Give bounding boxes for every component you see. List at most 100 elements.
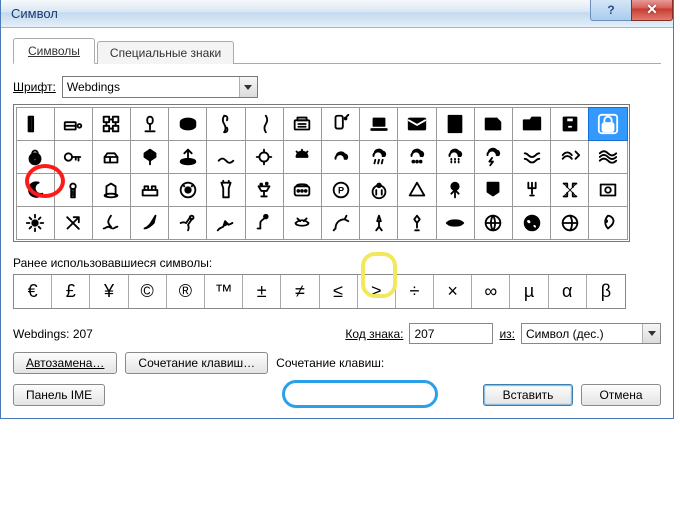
- from-dropdown-button[interactable]: [642, 324, 660, 343]
- symbol-cell[interactable]: [512, 206, 551, 240]
- symbol-cell[interactable]: [283, 173, 322, 207]
- symbol-cell[interactable]: [168, 140, 207, 174]
- insert-button[interactable]: Вставить: [483, 384, 573, 406]
- recent-symbol-cell[interactable]: ®: [167, 275, 205, 308]
- symbol-cell[interactable]: [206, 107, 245, 141]
- symbol-cell[interactable]: [54, 206, 93, 240]
- symbol-cell[interactable]: [92, 140, 131, 174]
- symbol-cell[interactable]: [588, 140, 627, 174]
- info-row: Webdings: 207 Код знака: из: Символ (дес…: [13, 323, 661, 344]
- from-combobox[interactable]: Символ (дес.): [521, 323, 661, 344]
- symbol-cell[interactable]: [436, 206, 475, 240]
- symbol-cell[interactable]: [245, 107, 284, 141]
- symbol-cell[interactable]: [397, 173, 436, 207]
- symbol-cell[interactable]: [436, 107, 475, 141]
- symbol-cell[interactable]: [92, 206, 131, 240]
- recent-symbol-cell[interactable]: €: [14, 275, 52, 308]
- recent-symbol-cell[interactable]: ∞: [472, 275, 510, 308]
- recent-symbol-cell[interactable]: µ: [510, 275, 548, 308]
- symbol-cell[interactable]: [283, 206, 322, 240]
- symbol-cell[interactable]: [321, 107, 360, 141]
- recent-symbol-cell[interactable]: ™: [205, 275, 243, 308]
- symbol-cell[interactable]: [359, 173, 398, 207]
- symbol-cell[interactable]: [588, 173, 627, 207]
- font-dropdown-button[interactable]: [239, 77, 257, 97]
- symbol-cell[interactable]: [397, 107, 436, 141]
- symbol-cell[interactable]: [54, 107, 93, 141]
- symbol-cell[interactable]: [588, 107, 627, 141]
- recent-symbol-cell[interactable]: α: [549, 275, 587, 308]
- symbol-cell[interactable]: [245, 140, 284, 174]
- symbol-cell[interactable]: [436, 140, 475, 174]
- recent-symbol-cell[interactable]: ≤: [320, 275, 358, 308]
- symbol-cell[interactable]: [130, 107, 169, 141]
- recent-symbol-cell[interactable]: β: [587, 275, 625, 308]
- symbol-cell[interactable]: [474, 107, 513, 141]
- symbol-cell[interactable]: [397, 140, 436, 174]
- tab-special-chars[interactable]: Специальные знаки: [97, 41, 234, 64]
- symbol-cell[interactable]: [512, 173, 551, 207]
- symbol-cell[interactable]: [54, 173, 93, 207]
- recent-symbol-cell[interactable]: ≠: [281, 275, 319, 308]
- recent-symbol-cell[interactable]: ÷: [396, 275, 434, 308]
- symbol-cell[interactable]: [550, 173, 589, 207]
- shortcut-key-button[interactable]: Сочетание клавиш…: [125, 352, 268, 374]
- symbol-cell[interactable]: [168, 173, 207, 207]
- autocorrect-button[interactable]: Автозамена…: [13, 352, 117, 374]
- symbol-cell[interactable]: [321, 206, 360, 240]
- close-button[interactable]: ✕: [631, 0, 673, 21]
- cancel-button[interactable]: Отмена: [581, 384, 661, 406]
- symbol-cell[interactable]: [168, 206, 207, 240]
- symbol-cell[interactable]: [92, 107, 131, 141]
- help-icon: ?: [607, 3, 614, 17]
- symbol-cell[interactable]: [245, 173, 284, 207]
- symbol-cell[interactable]: P: [321, 173, 360, 207]
- symbol-cell[interactable]: [512, 140, 551, 174]
- symbol-cell[interactable]: [588, 206, 627, 240]
- char-code-input[interactable]: [409, 323, 493, 344]
- recent-symbol-cell[interactable]: ≥: [358, 275, 396, 308]
- font-label: Шрифт:: [13, 80, 56, 94]
- symbol-cell[interactable]: [321, 140, 360, 174]
- recent-symbol-cell[interactable]: £: [52, 275, 90, 308]
- symbol-cell[interactable]: [206, 140, 245, 174]
- symbol-cell[interactable]: [359, 206, 398, 240]
- symbol-cell[interactable]: [550, 206, 589, 240]
- symbol-cell[interactable]: [206, 173, 245, 207]
- symbol-cell[interactable]: [550, 140, 589, 174]
- recent-symbol-cell[interactable]: ×: [434, 275, 472, 308]
- symbol-cell[interactable]: [397, 206, 436, 240]
- symbol-cell[interactable]: [16, 140, 55, 174]
- font-combobox[interactable]: [62, 76, 258, 98]
- tab-symbols[interactable]: Символы: [13, 38, 95, 64]
- symbol-cell[interactable]: [283, 107, 322, 141]
- recent-symbol-cell[interactable]: ±: [243, 275, 281, 308]
- symbol-cell[interactable]: [474, 173, 513, 207]
- symbol-cell[interactable]: [130, 206, 169, 240]
- font-input[interactable]: [63, 80, 239, 94]
- recent-symbol-cell[interactable]: ¥: [90, 275, 128, 308]
- help-button[interactable]: ?: [590, 0, 632, 21]
- symbol-cell[interactable]: [359, 140, 398, 174]
- symbol-cell[interactable]: [16, 206, 55, 240]
- symbol-cell[interactable]: [16, 173, 55, 207]
- symbol-cell[interactable]: [16, 107, 55, 141]
- symbol-cell[interactable]: [92, 173, 131, 207]
- symbol-cell[interactable]: [54, 140, 93, 174]
- ime-panel-button[interactable]: Панель IME: [13, 384, 105, 406]
- symbol-cell[interactable]: [474, 206, 513, 240]
- window-title: Символ: [11, 6, 58, 21]
- recent-label: Ранее использовавшиеся символы:: [13, 256, 661, 270]
- symbol-cell[interactable]: [130, 140, 169, 174]
- symbol-cell[interactable]: [130, 173, 169, 207]
- symbol-cell[interactable]: [359, 107, 398, 141]
- symbol-cell[interactable]: [245, 206, 284, 240]
- symbol-cell[interactable]: [168, 107, 207, 141]
- symbol-cell[interactable]: [206, 206, 245, 240]
- recent-symbol-cell[interactable]: ©: [129, 275, 167, 308]
- symbol-cell[interactable]: [283, 140, 322, 174]
- symbol-cell[interactable]: [474, 140, 513, 174]
- symbol-cell[interactable]: [550, 107, 589, 141]
- symbol-cell[interactable]: [512, 107, 551, 141]
- symbol-cell[interactable]: [436, 173, 475, 207]
